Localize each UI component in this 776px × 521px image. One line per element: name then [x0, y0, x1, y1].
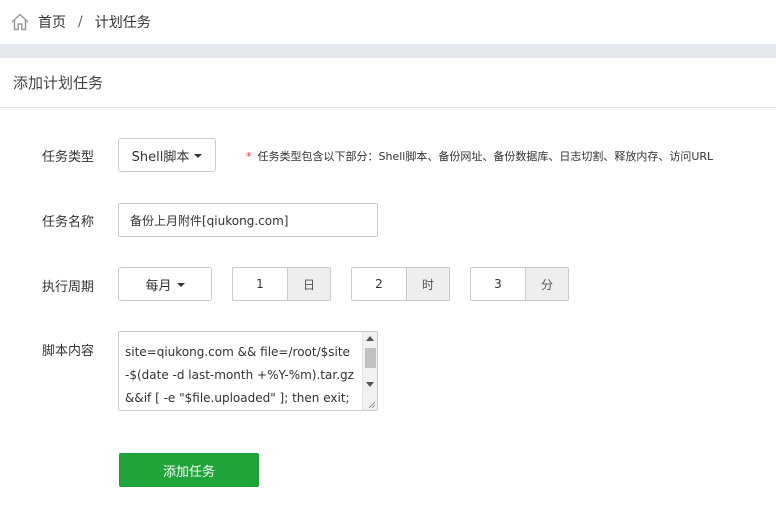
breadcrumb-home-link[interactable]: 首页	[38, 12, 66, 32]
task-name-input[interactable]: 备份上月附件[qiukong.com]	[118, 203, 378, 237]
panel-header: 添加计划任务	[0, 58, 776, 108]
task-type-label: 任务类型	[42, 150, 95, 165]
home-icon[interactable]	[10, 12, 30, 32]
cycle-label: 执行周期	[42, 280, 95, 295]
hour-value: 2	[375, 277, 383, 291]
cycle-period-dropdown[interactable]: 每月	[118, 267, 212, 301]
minute-input[interactable]: 3	[470, 267, 525, 301]
day-input[interactable]: 1	[232, 267, 287, 301]
breadcrumb: 首页 / 计划任务	[0, 0, 776, 44]
minute-input-group: 3 分	[470, 267, 569, 301]
hour-input[interactable]: 2	[351, 267, 406, 301]
header-divider-band	[0, 44, 776, 58]
task-name-value: 备份上月附件[qiukong.com]	[130, 213, 289, 228]
script-textarea[interactable]: site=qiukong.com && file=/root/$site-$(d…	[118, 331, 378, 411]
add-task-button[interactable]: 添加任务	[119, 453, 259, 487]
task-type-hint: * 任务类型包含以下部分：Shell脚本、备份网址、备份数据库、日志切割、释放内存…	[246, 148, 713, 164]
script-label: 脚本内容	[42, 344, 95, 359]
day-unit: 日	[287, 267, 331, 301]
task-name-label: 任务名称	[42, 215, 95, 230]
required-star: *	[246, 150, 252, 163]
hour-unit: 时	[406, 267, 450, 301]
cycle-period-selected: 每月	[145, 278, 172, 294]
caret-down-icon	[176, 283, 185, 287]
page-title: 添加计划任务	[13, 74, 104, 92]
scroll-up-arrow-icon[interactable]	[366, 336, 374, 341]
breadcrumb-separator: /	[78, 14, 83, 30]
day-value: 1	[256, 277, 264, 291]
hour-input-group: 2 时	[351, 267, 450, 301]
day-input-group: 1 日	[232, 267, 331, 301]
scroll-thumb[interactable]	[365, 348, 376, 368]
minute-unit: 分	[525, 267, 569, 301]
resize-grip-icon[interactable]	[367, 400, 376, 409]
minute-value: 3	[494, 277, 502, 291]
task-type-selected: Shell脚本	[131, 149, 190, 165]
script-content: site=qiukong.com && file=/root/$site-$(d…	[125, 345, 354, 405]
scroll-down-arrow-icon[interactable]	[366, 382, 374, 387]
caret-down-icon	[194, 154, 203, 158]
task-type-hint-text: 任务类型包含以下部分：Shell脚本、备份网址、备份数据库、日志切割、释放内存、…	[257, 150, 714, 163]
breadcrumb-current: 计划任务	[94, 15, 151, 31]
task-type-dropdown[interactable]: Shell脚本	[118, 138, 216, 172]
